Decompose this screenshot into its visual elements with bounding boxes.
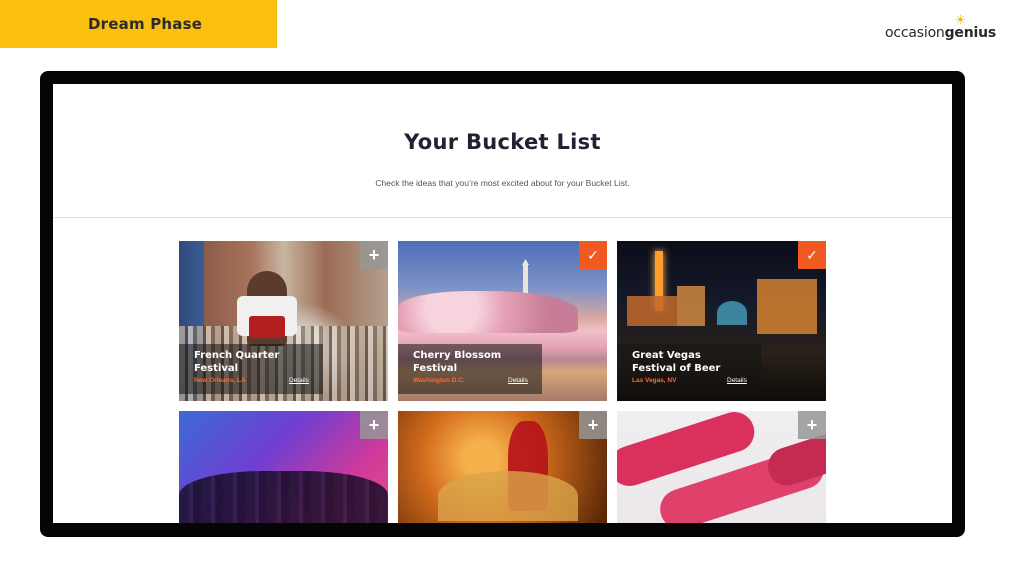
add-to-bucket-button[interactable]: + bbox=[360, 241, 388, 269]
event-card[interactable]: Great Vegas Festival of Beer Las Vegas, … bbox=[617, 241, 826, 401]
event-photo-dancer bbox=[398, 411, 607, 523]
event-name: French Quarter Festival bbox=[194, 350, 280, 374]
event-card[interactable]: Cherry Blossom Festival Washington D.C. … bbox=[398, 241, 607, 401]
event-card[interactable]: + bbox=[179, 411, 388, 523]
event-card[interactable]: + bbox=[617, 411, 826, 523]
details-link[interactable]: Details bbox=[727, 377, 747, 384]
event-name: Cherry Blossom Festival bbox=[413, 350, 502, 374]
app-screen: Your Bucket List Check the ideas that yo… bbox=[53, 84, 952, 523]
phase-banner: Dream Phase bbox=[0, 0, 277, 48]
details-link[interactable]: Details bbox=[508, 377, 528, 384]
event-location: Washington D.C. bbox=[413, 377, 465, 384]
details-link[interactable]: Details bbox=[289, 377, 309, 384]
plus-icon: + bbox=[587, 415, 599, 435]
plus-icon: + bbox=[368, 245, 380, 265]
remove-from-bucket-button[interactable]: ✓ bbox=[579, 241, 607, 269]
event-card[interactable]: + bbox=[398, 411, 607, 523]
device-frame: Your Bucket List Check the ideas that yo… bbox=[40, 71, 965, 537]
add-to-bucket-button[interactable]: + bbox=[798, 411, 826, 439]
sun-icon bbox=[955, 15, 965, 24]
page-title: Your Bucket List bbox=[404, 130, 601, 154]
page-subtitle: Check the ideas that you’re most excited… bbox=[375, 178, 630, 188]
event-location: New Orleans, LA bbox=[194, 377, 246, 384]
event-card[interactable]: French Quarter Festival New Orleans, LA … bbox=[179, 241, 388, 401]
event-photo-concert bbox=[179, 411, 388, 523]
logo-text-part2-label: genius bbox=[944, 25, 997, 41]
add-to-bucket-button[interactable]: + bbox=[579, 411, 607, 439]
event-location: Las Vegas, NV bbox=[632, 377, 677, 384]
remove-from-bucket-button[interactable]: ✓ bbox=[798, 241, 826, 269]
logo-text-part1: occasion bbox=[885, 25, 945, 41]
brand-logo: occasion genius bbox=[885, 15, 997, 41]
checkmark-icon: ✓ bbox=[587, 247, 599, 263]
phase-banner-label: Dream Phase bbox=[88, 15, 203, 33]
checkmark-icon: ✓ bbox=[806, 247, 818, 263]
logo-text-part2: genius bbox=[944, 15, 997, 41]
add-to-bucket-button[interactable]: + bbox=[360, 411, 388, 439]
plus-icon: + bbox=[368, 415, 380, 435]
event-photo-eclairs bbox=[617, 411, 826, 523]
divider bbox=[53, 217, 952, 218]
plus-icon: + bbox=[806, 415, 818, 435]
event-name: Great Vegas Festival of Beer bbox=[632, 350, 721, 374]
